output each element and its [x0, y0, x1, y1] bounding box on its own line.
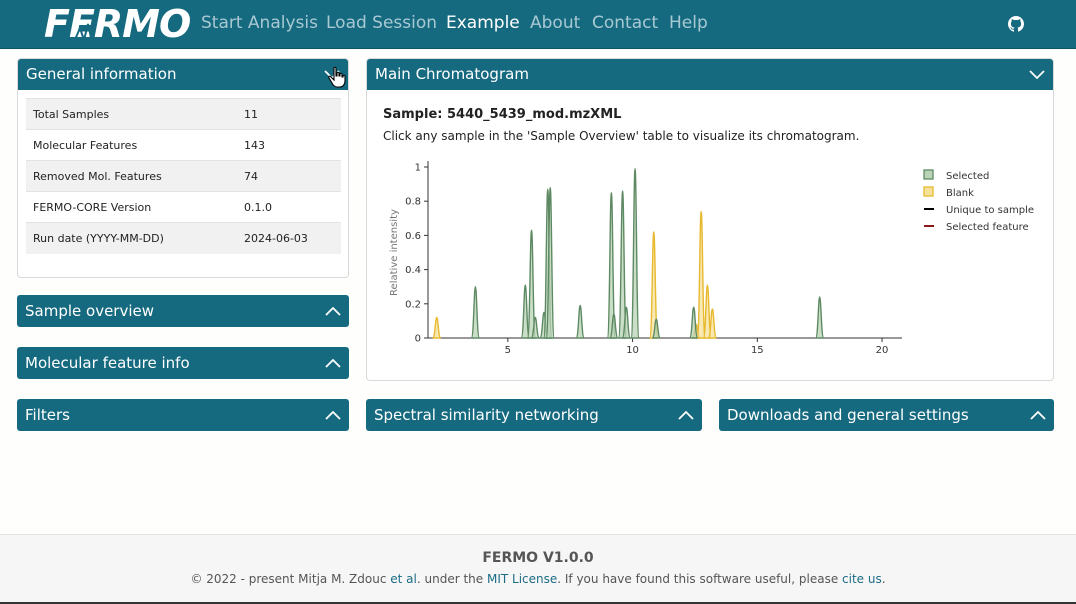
hand-cursor-icon [328, 66, 346, 88]
blank-peak [696, 210, 706, 339]
info-value: 0.1.0 [237, 191, 341, 223]
spectral-networking-title: Spectral similarity networking [374, 406, 599, 424]
chevron-up-icon[interactable] [1030, 409, 1046, 421]
table-row: Molecular Features 143 [26, 129, 341, 161]
footer-version: FERMO V1.0.0 [482, 550, 594, 566]
general-info-card: General information Total Samples 11 Mol… [17, 58, 349, 278]
info-value: 74 [237, 160, 341, 192]
info-label: FERMO-CORE Version [26, 191, 237, 223]
downloads-header[interactable]: Downloads and general settings [719, 399, 1054, 431]
x-tick-label: 15 [751, 345, 764, 356]
info-label: Run date (YYYY-MM-DD) [26, 222, 237, 254]
github-icon[interactable] [1008, 16, 1024, 32]
blank-peak [432, 316, 442, 339]
table-row: FERMO-CORE Version 0.1.0 [26, 191, 341, 223]
chevron-up-icon[interactable] [325, 409, 341, 421]
fermo-logo[interactable]: FERMO [44, 2, 191, 46]
nav-example[interactable]: Example [446, 12, 520, 34]
sample-overview-title: Sample overview [25, 302, 155, 320]
nav-about[interactable]: About [530, 12, 580, 34]
y-tick-label: 0 [415, 334, 421, 345]
main-chromatogram-card: Main Chromatogram Sample: 5440_5439_mod.… [366, 58, 1054, 381]
table-row: Run date (YYYY-MM-DD) 2024-06-03 [26, 222, 341, 254]
nav-start-analysis[interactable]: Start Analysis [201, 12, 318, 34]
molecular-feature-info-title: Molecular feature info [25, 354, 190, 372]
legend-label: Unique to sample [946, 205, 1034, 216]
spectral-networking-card: Spectral similarity networking [366, 399, 702, 432]
mit-license-link[interactable]: MIT License [487, 572, 557, 586]
footer-credits: © 2022 - present Mitja M. Zdouc et al. u… [190, 572, 886, 586]
filters-header[interactable]: Filters [17, 399, 349, 431]
info-label: Molecular Features [26, 129, 237, 161]
y-tick-label: 1 [415, 163, 421, 174]
sample-overview-card: Sample overview [17, 295, 349, 328]
info-value: 2024-06-03 [237, 222, 341, 254]
footer: FERMO V1.0.0 © 2022 - present Mitja M. Z… [0, 534, 1076, 604]
info-value: 11 [237, 98, 341, 130]
sample-overview-header[interactable]: Sample overview [17, 295, 349, 327]
spectral-networking-header[interactable]: Spectral similarity networking [366, 399, 702, 431]
filters-title: Filters [25, 406, 70, 424]
x-tick-label: 20 [876, 345, 889, 356]
et-al-link[interactable]: et al [390, 572, 417, 586]
downloads-card: Downloads and general settings [719, 399, 1054, 432]
y-tick-label: 0.2 [405, 299, 421, 310]
filters-card: Filters [17, 399, 349, 432]
info-label: Total Samples [26, 98, 237, 130]
nav-help[interactable]: Help [669, 12, 708, 34]
chevron-up-icon[interactable] [678, 409, 694, 421]
table-row: Total Samples 11 [26, 98, 341, 130]
legend-swatch [923, 186, 934, 197]
legend-label: Selected feature [946, 222, 1029, 233]
chevron-up-icon[interactable] [325, 305, 341, 317]
selected-peak [470, 285, 481, 339]
general-info-header[interactable]: General information [18, 59, 348, 90]
selected-peak [689, 306, 699, 339]
selected-peak [575, 304, 585, 339]
general-info-table: Total Samples 11 Molecular Features 143 … [26, 98, 341, 254]
downloads-title: Downloads and general settings [727, 406, 969, 424]
info-value: 143 [237, 129, 341, 161]
general-info-title: General information [26, 65, 177, 83]
selected-peak [814, 296, 825, 339]
y-tick-label: 0.6 [405, 231, 421, 242]
x-tick-label: 5 [505, 345, 511, 356]
legend-label: Selected [946, 171, 989, 182]
selected-peak [630, 168, 640, 339]
navbar: FERMO Start Analysis Load Session Exampl… [0, 0, 1076, 49]
chromatogram-plot[interactable]: 00.20.40.60.815 10 15 20Relative intensityS… [367, 59, 1053, 380]
legend-label: Blank [946, 188, 974, 199]
info-label: Removed Mol. Features [26, 160, 237, 192]
molecular-feature-info-header[interactable]: Molecular feature info [17, 347, 349, 379]
table-row: Removed Mol. Features 74 [26, 160, 341, 192]
nav-load-session[interactable]: Load Session [326, 12, 437, 34]
logo-peaks-icon [73, 23, 93, 44]
x-tick-label: 10 [626, 345, 639, 356]
chevron-up-icon[interactable] [325, 357, 341, 369]
molecular-feature-info-card: Molecular feature info [17, 347, 349, 380]
cite-us-link[interactable]: cite us [842, 572, 882, 586]
y-axis-label: Relative intensity [389, 209, 400, 296]
y-tick-label: 0.4 [405, 265, 421, 276]
nav-contact[interactable]: Contact [592, 12, 658, 34]
y-tick-label: 0.8 [405, 197, 421, 208]
legend-swatch [923, 169, 934, 180]
